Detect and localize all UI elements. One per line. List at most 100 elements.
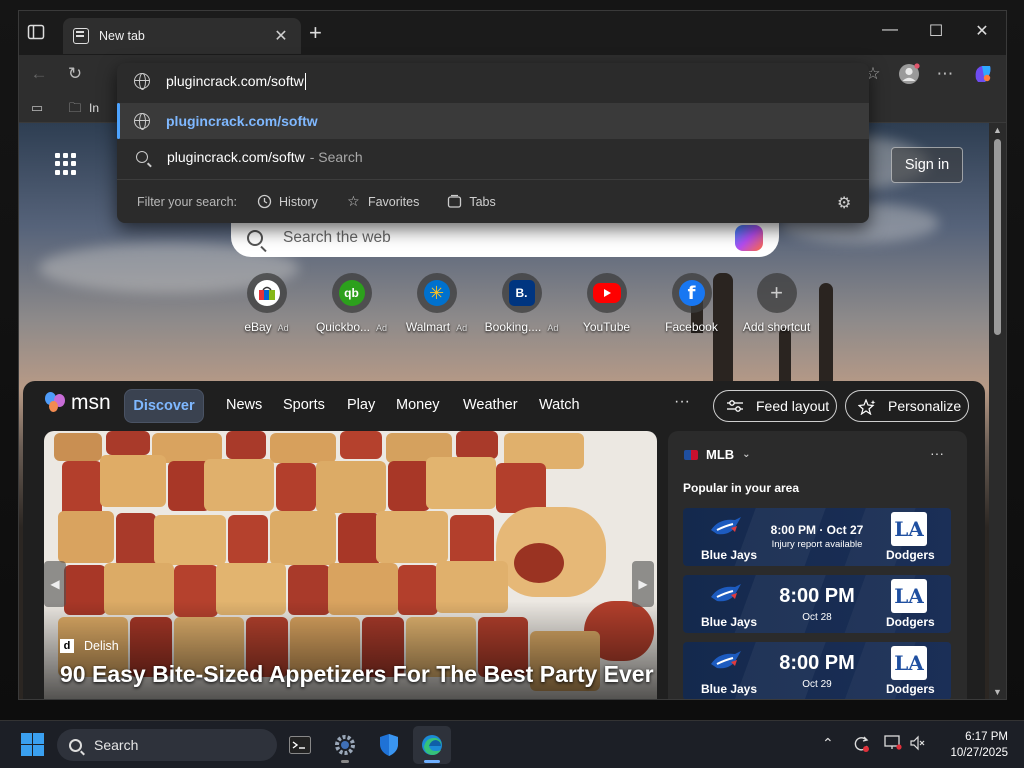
dodgers-logo-icon: LA [891, 512, 927, 546]
hero-article-card[interactable]: ◀ ▶ d Delish 90 Easy Bite-Sized Appetize… [44, 431, 657, 699]
hero-next-button[interactable]: ▶ [632, 561, 654, 607]
search-icon [247, 230, 263, 246]
minimize-button[interactable]: — [867, 21, 913, 39]
nav-sports[interactable]: Sports [283, 397, 325, 413]
shortcut-booking[interactable]: B. Booking.... Ad [479, 273, 564, 334]
filter-label: Filter your search: [137, 194, 238, 209]
globe-icon [134, 73, 150, 90]
ad-badge: Ad [456, 323, 468, 333]
game-time: 8:00 PM [779, 652, 855, 674]
edge-app-icon[interactable] [413, 726, 451, 764]
shortcut-label: eBay [244, 320, 272, 334]
nav-play[interactable]: Play [347, 397, 375, 413]
scrollbar-thumb[interactable] [994, 139, 1001, 335]
update-notification-icon[interactable] [852, 735, 870, 756]
tab-actions-icon[interactable] [27, 23, 47, 43]
shortcut-facebook[interactable]: f Facebook [649, 273, 734, 334]
display-icon[interactable] [884, 735, 902, 754]
search-placeholder: Search the web [283, 229, 391, 246]
suggestion-url-text: plugincrack.com/softw [166, 113, 318, 129]
nav-more-icon[interactable]: ··· [674, 393, 690, 411]
sparkle-star-icon [857, 398, 876, 416]
youtube-icon [592, 283, 621, 303]
shortcut-ebay[interactable]: eBay Ad [224, 273, 309, 334]
folder-icon[interactable]: 🗀 [63, 97, 87, 119]
close-tab-icon[interactable]: ✕ [271, 26, 291, 46]
taskbar-search-box[interactable]: Search [57, 729, 277, 761]
filter-history[interactable]: History [257, 194, 318, 209]
sliders-icon [726, 399, 744, 413]
collections-icon[interactable]: ▭ [25, 97, 49, 119]
nav-news[interactable]: News [226, 397, 262, 413]
page-scrollbar[interactable]: ▲ ▼ [989, 123, 1006, 699]
suggestion-search[interactable]: plugincrack.com/softw - Search [117, 139, 869, 175]
address-input[interactable]: plugincrack.com/softw [166, 73, 304, 89]
shortcut-add[interactable]: + Add shortcut [734, 273, 819, 334]
scroll-down-icon[interactable]: ▼ [993, 687, 1002, 697]
shortcuts-row: eBay Ad qb Quickbo... Ad ✳ Walmart Ad B. Bo… [224, 273, 819, 334]
filter-tabs[interactable]: Tabs [447, 194, 496, 209]
article-headline[interactable]: 90 Easy Bite-Sized Appetizers For The Be… [60, 661, 654, 688]
show-hidden-icons-chevron[interactable]: ⌃ [822, 735, 834, 752]
ebay-icon [253, 280, 280, 306]
profile-avatar[interactable] [897, 63, 921, 85]
walmart-icon: ✳ [423, 280, 450, 306]
tab-new-tab[interactable]: New tab ✕ [63, 18, 301, 54]
refresh-icon[interactable]: ↻ [63, 63, 87, 85]
search-settings-icon[interactable]: ⚙ [837, 193, 851, 213]
defender-shield-icon[interactable] [370, 726, 408, 764]
personalize-label: Personalize [888, 398, 962, 414]
close-window-button[interactable]: ✕ [959, 21, 1005, 41]
more-menu-icon[interactable]: ⋯ [933, 63, 957, 85]
settings-app-icon[interactable] [326, 726, 364, 764]
ad-badge: Ad [376, 323, 388, 333]
copilot-icon[interactable] [971, 63, 995, 85]
suggestion-search-query: plugincrack.com/softw [167, 149, 305, 165]
card-subtitle: Popular in your area [683, 481, 800, 495]
suggestion-url[interactable]: plugincrack.com/softw [117, 103, 869, 139]
game-row[interactable]: LA 8:00 PM · Oct 27 Injury report availa… [683, 508, 951, 566]
game-note: Injury report available [771, 539, 863, 550]
filter-tabs-label: Tabs [469, 194, 496, 209]
sign-in-button[interactable]: Sign in [891, 147, 963, 183]
mlb-league-selector[interactable]: MLB ⌄ [684, 447, 751, 462]
shortcut-quickbooks[interactable]: qb Quickbo... Ad [309, 273, 394, 334]
shortcut-label: YouTube [582, 320, 631, 334]
hero-prev-button[interactable]: ◀ [44, 561, 66, 607]
shortcut-youtube[interactable]: YouTube [564, 273, 649, 334]
system-clock[interactable]: 6:17 PM 10/27/2025 [924, 729, 1008, 761]
maximize-button[interactable]: ☐ [913, 21, 959, 41]
msn-logo[interactable]: msn [45, 391, 111, 415]
new-tab-button[interactable]: + [309, 22, 322, 44]
text-caret [304, 72, 306, 90]
feed-layout-button[interactable]: Feed layout [713, 390, 837, 422]
back-icon[interactable]: ← [27, 63, 51, 85]
browser-window: New tab ✕ + — ☐ ✕ ← ↻ ☆ ⋯ ▭ 🗀 In Sign in… [18, 10, 1007, 700]
dodgers-logo-icon: LA [891, 579, 927, 613]
nav-weather[interactable]: Weather [463, 397, 518, 413]
apps-launcher-icon[interactable] [55, 153, 77, 175]
scroll-up-icon[interactable]: ▲ [993, 125, 1002, 135]
shortcut-walmart[interactable]: ✳ Walmart Ad [394, 273, 479, 334]
shortcut-label: Booking.... [484, 320, 542, 334]
shortcut-label: Add shortcut [742, 320, 811, 334]
address-input-row[interactable]: plugincrack.com/softw [117, 63, 869, 99]
card-more-icon[interactable]: ··· [930, 445, 944, 461]
filter-favorites[interactable]: ☆ Favorites [346, 194, 419, 209]
facebook-icon: f [678, 280, 705, 306]
nav-watch[interactable]: Watch [539, 397, 580, 413]
personalize-button[interactable]: Personalize [845, 390, 969, 422]
game-row[interactable]: LA 8:00 PM Oct 28 Blue Jays Dodgers [683, 575, 951, 633]
tabs-icon [447, 194, 462, 209]
terminal-app-icon[interactable] [281, 726, 319, 764]
search-icon [69, 738, 82, 752]
start-windows-icon[interactable] [21, 733, 44, 756]
nav-money[interactable]: Money [396, 397, 440, 413]
favorites-item[interactable]: In [89, 101, 99, 115]
nav-discover[interactable]: Discover [124, 389, 204, 423]
game-row[interactable]: LA 8:00 PM Oct 29 Blue Jays Dodgers [683, 642, 951, 699]
web-search-box[interactable]: Search the web [231, 219, 779, 257]
tab-title: New tab [99, 29, 145, 43]
copilot-search-icon[interactable] [735, 225, 763, 251]
league-name: MLB [706, 447, 735, 462]
